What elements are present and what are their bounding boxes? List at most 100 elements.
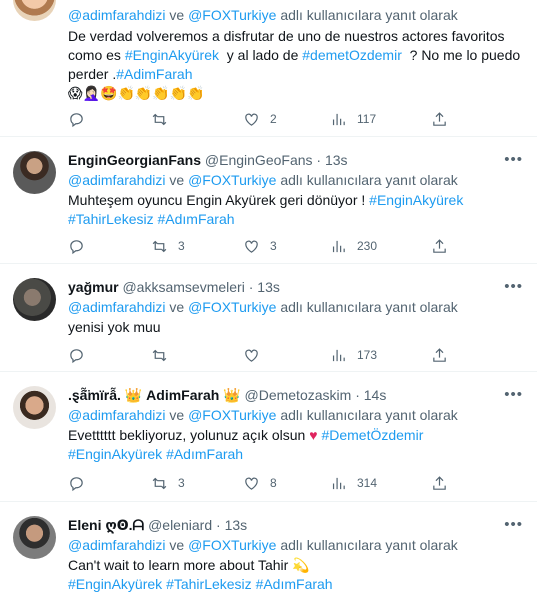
avatar[interactable]: [13, 386, 56, 429]
hashtag-link[interactable]: #AdımFarah: [256, 576, 333, 592]
heart-icon: [245, 349, 258, 362]
views-button[interactable]: 230: [330, 237, 377, 255]
hashtag-link[interactable]: #EnginAkyürek: [68, 446, 162, 462]
like-button[interactable]: [243, 346, 270, 364]
heart-icon: [245, 113, 258, 126]
tweet-header: yağmur @akksamsevmeleri · 13s: [68, 278, 527, 296]
reply-prefix: adlı kullanıcılara yanıt olarak: [280, 7, 458, 23]
user-handle[interactable]: @akksamsevmeleri: [122, 279, 244, 295]
user-handle[interactable]: @EnginGeoFans: [205, 152, 313, 168]
hashtag-link[interactable]: #AdımFarah: [166, 446, 243, 462]
mention-link[interactable]: @adimfarahdizi: [68, 299, 165, 315]
display-name[interactable]: yağmur: [68, 279, 119, 295]
avatar[interactable]: [13, 516, 56, 559]
user-handle[interactable]: @Demetozaskim: [245, 387, 352, 403]
timestamp[interactable]: 13s: [325, 152, 348, 168]
tweet-header: Eleni ღꙨ.ᗩ @eleniard · 13s: [68, 516, 527, 534]
separator-dot: ·: [216, 517, 221, 533]
display-name-part[interactable]: ღꙨ.ᗩ: [105, 517, 144, 533]
tweet-actions: 173: [68, 346, 458, 364]
share-button[interactable]: [431, 474, 448, 492]
display-name-part[interactable]: AdimFarah: [146, 387, 219, 403]
share-button[interactable]: [431, 237, 448, 255]
display-name[interactable]: .ȿẫ̈mïrẫ.: [68, 387, 121, 403]
user-handle[interactable]: @eleniard: [148, 517, 212, 533]
reply-button[interactable]: [68, 346, 95, 364]
display-name[interactable]: Eleni: [68, 517, 101, 533]
separator-dot: ·: [355, 387, 360, 403]
hashtag-link[interactable]: #demetOzdemir: [302, 47, 402, 63]
more-options-icon[interactable]: •••: [504, 278, 523, 295]
hashtag-link[interactable]: #EnginAkyürek: [125, 47, 219, 63]
share-icon: [433, 475, 446, 490]
tweet[interactable]: yağmur @akksamsevmeleri · 13s @adimfarah…: [0, 264, 537, 372]
like-button[interactable]: 2: [243, 110, 277, 128]
share-icon: [433, 238, 446, 253]
hashtag-link[interactable]: #AdimFarah: [116, 66, 192, 82]
tweet-text-part: Muhteşem oyuncu Engin Akyürek geri dönüy…: [68, 192, 366, 208]
tweet-text: Muhteşem oyuncu Engin Akyürek geri dönüy…: [68, 191, 527, 229]
more-options-icon[interactable]: •••: [504, 386, 523, 403]
tweet[interactable]: Eleni ღꙨ.ᗩ @eleniard · 13s @adimfarahdiz…: [0, 502, 537, 597]
hashtag-link[interactable]: #EnginAkyürek: [68, 576, 162, 592]
hashtag-link[interactable]: #AdımFarah: [158, 211, 235, 227]
timestamp[interactable]: 13s: [257, 279, 280, 295]
tweet-actions: 3 3 230: [68, 237, 458, 255]
views-button[interactable]: 314: [330, 474, 377, 492]
like-button[interactable]: 3: [243, 237, 277, 255]
display-name[interactable]: EnginGeorgianFans: [68, 152, 201, 168]
reply-icon: [70, 239, 83, 254]
mention-link[interactable]: @FOXTurkiye: [188, 172, 276, 188]
retweet-button[interactable]: 3: [151, 237, 185, 255]
timestamp[interactable]: 13s: [225, 517, 248, 533]
tweet[interactable]: .ȿẫ̈mïrẫ. 👑 AdimFarah 👑 @Demetozaskim · …: [0, 372, 537, 502]
reply-prefix: adlı kullanıcılara yanıt olarak: [280, 172, 458, 188]
reply-prefix: adlı kullanıcılara yanıt olarak: [280, 299, 458, 315]
avatar[interactable]: [13, 0, 56, 21]
reply-icon: [70, 112, 83, 127]
crown-emoji: 👑: [124, 387, 143, 403]
share-button[interactable]: [431, 110, 448, 128]
hashtag-link[interactable]: #TahirLekesiz: [68, 211, 154, 227]
mention-link[interactable]: @adimfarahdizi: [68, 537, 165, 553]
mention-link[interactable]: @adimfarahdizi: [68, 7, 165, 23]
reply-button[interactable]: [68, 474, 95, 492]
tweet[interactable]: @adimfarahdizi ve @FOXTurkiye adlı kulla…: [0, 0, 537, 137]
mention-link[interactable]: @FOXTurkiye: [188, 537, 276, 553]
retweet-button[interactable]: 3: [151, 474, 185, 492]
like-button[interactable]: 8: [243, 474, 277, 492]
tweet-actions: 2 117: [68, 110, 458, 128]
dizzy-emoji: 💫: [292, 557, 310, 573]
tweet-text-part: Evetttttt bekliyoruz, yolunuz açık olsun: [68, 427, 306, 443]
mention-link[interactable]: @FOXTurkiye: [188, 7, 276, 23]
separator-dot: ·: [248, 279, 254, 295]
hashtag-link[interactable]: #TahirLekesiz: [166, 576, 252, 592]
reply-button[interactable]: [68, 110, 95, 128]
more-options-icon[interactable]: •••: [504, 516, 523, 533]
more-options-icon[interactable]: •••: [504, 151, 523, 168]
views-button[interactable]: 117: [330, 110, 376, 128]
mention-link[interactable]: @adimfarahdizi: [68, 407, 165, 423]
views-icon: [332, 240, 345, 252]
views-button[interactable]: 173: [330, 346, 377, 364]
hashtag-link[interactable]: #EnginAkyürek: [369, 192, 463, 208]
view-count: 314: [357, 476, 378, 490]
mention-link[interactable]: @adimfarahdizi: [68, 172, 165, 188]
view-count: 230: [357, 239, 378, 253]
mention-link[interactable]: @FOXTurkiye: [188, 407, 276, 423]
view-count: 117: [357, 112, 377, 126]
reply-button[interactable]: [68, 237, 95, 255]
tweet-text-part: y al lado de: [226, 47, 299, 63]
retweet-button[interactable]: [151, 346, 178, 364]
like-count: 2: [270, 112, 277, 126]
hashtag-link[interactable]: #DemetÖzdemir: [321, 427, 423, 443]
timestamp[interactable]: 14s: [364, 387, 387, 403]
retweet-count: 3: [178, 476, 185, 490]
mention-link[interactable]: @FOXTurkiye: [188, 299, 276, 315]
tweet[interactable]: EnginGeorgianFans @EnginGeoFans · 13s @a…: [0, 137, 537, 264]
avatar[interactable]: [13, 151, 56, 194]
avatar[interactable]: [13, 278, 56, 321]
tweet-text: De verdad volveremos a disfrutar de uno …: [68, 27, 527, 103]
share-button[interactable]: [431, 346, 448, 364]
retweet-button[interactable]: [151, 110, 178, 128]
